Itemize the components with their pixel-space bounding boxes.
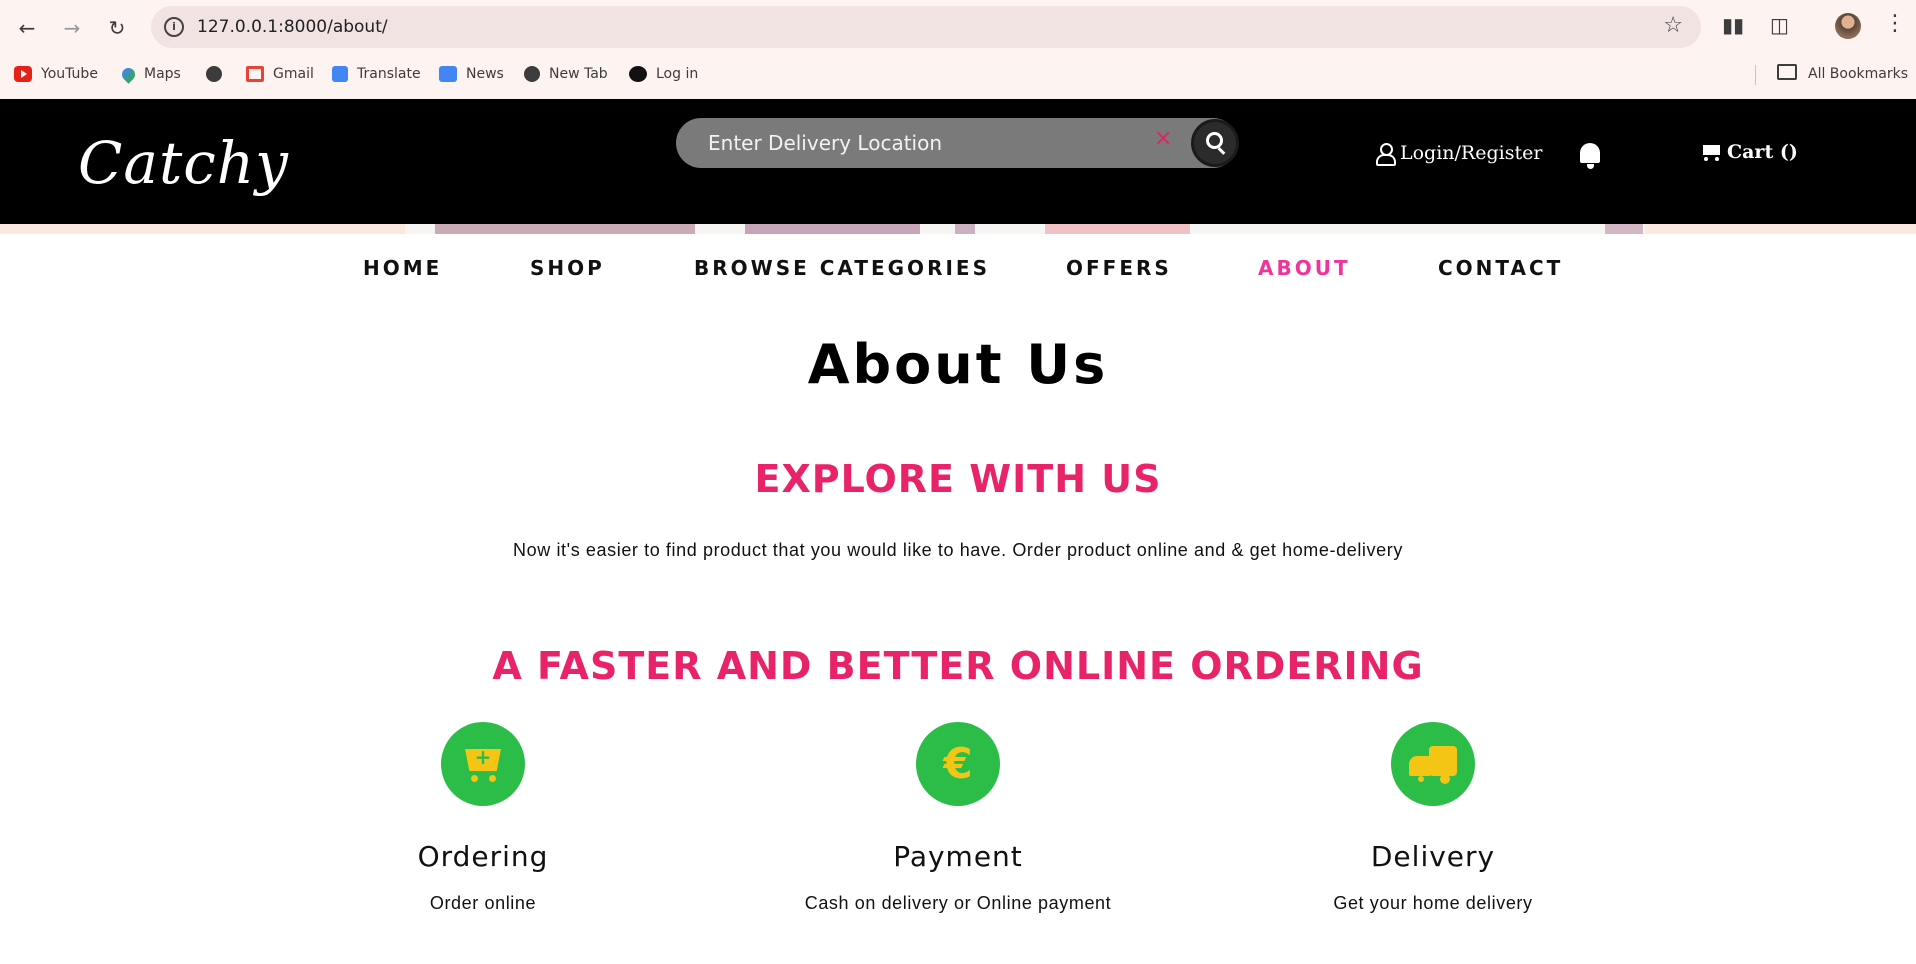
profile-avatar[interactable]	[1835, 13, 1861, 39]
feature-title: Delivery	[1370, 840, 1496, 873]
maps-pin-icon	[119, 64, 138, 84]
menu-kebab-icon[interactable]: ⋮	[1884, 11, 1906, 36]
news-icon	[439, 66, 457, 82]
banner-image-edge	[1605, 224, 1643, 234]
main-navigation: HOME SHOP BROWSE CATEGORIES OFFERS ABOUT…	[0, 256, 1916, 286]
audio-extension-icon[interactable]: ▮▮	[1722, 13, 1744, 41]
globe-icon	[206, 66, 222, 82]
forward-arrow-icon[interactable]: →	[57, 13, 87, 43]
extensions-puzzle-icon[interactable]: ◫	[1770, 13, 1789, 41]
bookmark-star-icon[interactable]: ☆	[1663, 13, 1683, 38]
delivery-location-input[interactable]	[708, 126, 1108, 160]
bookmarks-bar: YouTube Maps Gmail Translate News New Ta…	[0, 60, 1916, 88]
nav-shop[interactable]: SHOP	[530, 256, 605, 280]
banner-image-edge	[1045, 224, 1190, 234]
cart-icon	[1699, 142, 1723, 162]
address-bar[interactable]: i 127.0.0.1:8000/about/ ☆	[151, 6, 1701, 48]
search-button[interactable]	[1191, 119, 1239, 167]
feature-payment: € Payment Cash on delivery or Online pay…	[748, 722, 1168, 914]
globe-icon	[524, 66, 540, 82]
feature-text: Get your home delivery	[1333, 893, 1533, 913]
clear-icon[interactable]: ×	[1154, 126, 1172, 151]
login-register-link[interactable]: Login/Register	[1376, 142, 1543, 166]
banner-image-edge	[435, 224, 695, 234]
feature-ordering: + Ordering Order online	[273, 722, 693, 914]
nav-home[interactable]: HOME	[363, 256, 442, 280]
bookmark-youtube[interactable]: YouTube	[14, 60, 98, 88]
banner-image-edge	[955, 224, 975, 234]
cart-link[interactable]: Cart ()	[1699, 141, 1798, 163]
back-arrow-icon[interactable]: ←	[12, 13, 42, 43]
feature-text: Cash on delivery or Online payment	[804, 893, 1112, 913]
bookmark-separator	[1755, 65, 1756, 85]
cart-label: Cart ()	[1727, 141, 1798, 163]
ie-icon	[629, 66, 647, 82]
nav-browse-categories[interactable]: BROWSE CATEGORIES	[694, 256, 990, 280]
bookmark-news[interactable]: News	[439, 60, 504, 88]
translate-icon	[332, 66, 348, 82]
bookmark-maps[interactable]: Maps	[119, 60, 181, 88]
browser-chrome: ← → ↻ i 127.0.0.1:8000/about/ ☆ ▮▮ ◫ ⋮ Y…	[0, 0, 1916, 99]
login-label: Login/Register	[1400, 142, 1543, 164]
bookmark-new-tab[interactable]: New Tab	[524, 60, 608, 88]
truck-icon	[1391, 722, 1475, 806]
site-logo[interactable]: Catchy	[78, 129, 289, 197]
url-text[interactable]: 127.0.0.1:8000/about/	[197, 17, 388, 37]
ordering-heading: A FASTER AND BETTER ONLINE ORDERING	[492, 644, 1424, 688]
cart-plus-icon: +	[441, 722, 525, 806]
nav-about[interactable]: ABOUT	[1258, 256, 1351, 280]
nav-contact[interactable]: CONTACT	[1438, 256, 1563, 280]
youtube-icon	[14, 66, 32, 82]
feature-delivery: Delivery Get your home delivery	[1223, 722, 1643, 914]
nav-offers[interactable]: OFFERS	[1066, 256, 1172, 280]
euro-icon: €	[916, 722, 1000, 806]
feature-title: Ordering	[417, 840, 549, 873]
user-icon	[1376, 143, 1396, 166]
reload-icon[interactable]: ↻	[102, 13, 132, 43]
page-title: About Us	[807, 333, 1109, 396]
site-header: Catchy × Login/Register Cart ()	[0, 99, 1916, 224]
banner-image-edge	[745, 224, 920, 234]
feature-text: Order online	[429, 893, 537, 913]
bookmark-translate[interactable]: Translate	[332, 60, 421, 88]
bookmark-globe[interactable]	[206, 60, 231, 88]
all-bookmarks[interactable]: All Bookmarks	[1808, 60, 1908, 88]
bookmark-log-in[interactable]: Log in	[629, 60, 698, 88]
location-search: ×	[676, 118, 1239, 168]
gmail-icon	[246, 66, 264, 82]
explore-text: Now it's easier to find product that you…	[513, 540, 1403, 560]
bell-icon[interactable]	[1578, 141, 1604, 171]
bookmark-gmail[interactable]: Gmail	[246, 60, 314, 88]
explore-heading: EXPLORE WITH US	[754, 457, 1162, 501]
feature-title: Payment	[893, 840, 1023, 873]
folder-icon	[1777, 64, 1797, 80]
site-info-icon[interactable]: i	[164, 17, 184, 37]
